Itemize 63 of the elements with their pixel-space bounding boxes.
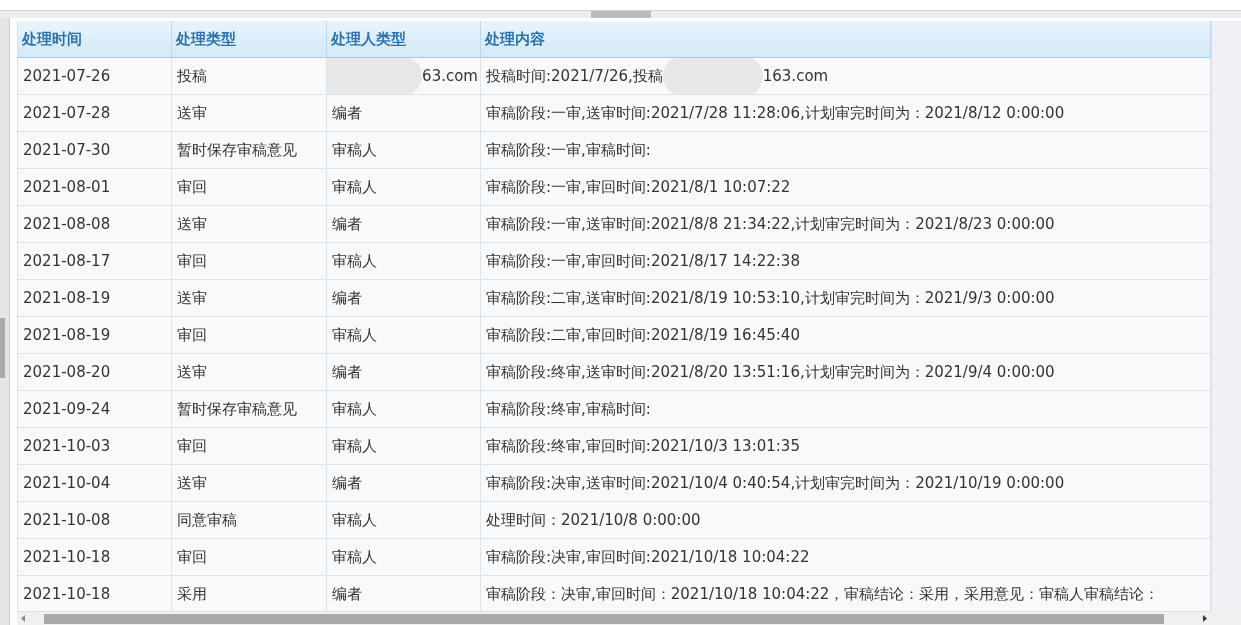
table-cell: 审稿阶段:二审,送审时间:2021/8/19 10:53:10,计划审完时间为：2021/9/3 0:00:00 <box>481 280 1211 317</box>
table-cell: 审稿阶段:二审,审回时间:2021/8/19 16:45:40 <box>481 317 1211 354</box>
table-cell: 编者 <box>327 354 481 391</box>
table-cell: 送审 <box>172 280 327 317</box>
table-cell: 审稿人 <box>327 243 481 280</box>
scrollbar-thumb[interactable] <box>0 318 5 378</box>
table-cell: 送审 <box>172 95 327 132</box>
table-cell: 审稿人 <box>327 132 481 169</box>
table-cell: 暂时保存审稿意见 <box>172 391 327 428</box>
table-cell: 审稿人 <box>327 539 481 576</box>
table-cell: 审回 <box>172 428 327 465</box>
table-cell: 审稿人 <box>327 317 481 354</box>
table-cell: 审回 <box>172 243 327 280</box>
table-cell: 2021-08-01 <box>18 169 172 206</box>
table-cell: 编者 <box>327 280 481 317</box>
table-cell: 处理时间：2021/10/8 0:00:00 <box>481 502 1211 539</box>
table-cell: 审稿人 <box>327 428 481 465</box>
table-cell: 审稿阶段:一审,审回时间:2021/8/17 14:22:38 <box>481 243 1211 280</box>
table-cell: 审回 <box>172 317 327 354</box>
table-cell: 审稿阶段:一审,送审时间:2021/8/8 21:34:22,计划审完时间为：2021/8/23 0:00:00 <box>481 206 1211 243</box>
table-cell: 编者 <box>327 206 481 243</box>
table-cell: 2021-08-17 <box>18 243 172 280</box>
table-cell: 审稿人 <box>327 391 481 428</box>
column-header: 处理人类型 <box>327 21 481 58</box>
column-header: 处理时间 <box>18 21 172 58</box>
table-cell: 暂时保存审稿意见 <box>172 132 327 169</box>
table-cell: 2021-10-04 <box>18 465 172 502</box>
cell-text: 63.com <box>422 67 478 85</box>
table-cell: 审稿阶段:一审,送审时间:2021/7/28 11:28:06,计划审完时间为：2021/8/12 0:00:00 <box>481 95 1211 132</box>
table-cell: 2021-07-30 <box>18 132 172 169</box>
table-cell: 送审 <box>172 206 327 243</box>
table-cell: 审稿阶段:终审,审回时间:2021/10/3 13:01:35 <box>481 428 1211 465</box>
table-cell: 审稿阶段:一审,审稿时间: <box>481 132 1211 169</box>
table-cell: 审回 <box>172 539 327 576</box>
column-header: 处理类型 <box>172 21 327 58</box>
table-cell: 2021-08-19 <box>18 317 172 354</box>
cell-text: 投稿时间:2021/7/26,投稿 <box>486 66 663 86</box>
table-cell: 2021-07-26 <box>18 58 172 95</box>
table-cell: 2021-07-28 <box>18 95 172 132</box>
cell-text: 163.com <box>762 67 829 85</box>
table-cell: 送审 <box>172 465 327 502</box>
table-cell: 2021-08-20 <box>18 354 172 391</box>
table-cell: 2021-09-24 <box>18 391 172 428</box>
column-header: 处理内容 <box>481 21 1211 58</box>
table-cell: 2021-08-08 <box>18 206 172 243</box>
table-cell: 审稿人 <box>327 502 481 539</box>
table-cell: 同意审稿 <box>172 502 327 539</box>
table-cell: 审稿阶段:决审,审回时间:2021/10/18 10:04:22 <box>481 539 1211 576</box>
table-cell: 审稿阶段:一审,审回时间:2021/8/1 10:07:22 <box>481 169 1211 206</box>
table-cell: 审稿人 <box>327 169 481 206</box>
table-cell: 编者 <box>327 95 481 132</box>
table-cell: 2021-08-19 <box>18 280 172 317</box>
table-cell: 审稿阶段:终审,审稿时间: <box>481 391 1211 428</box>
splitter-handle[interactable] <box>590 11 651 18</box>
table-cell: 送审 <box>172 354 327 391</box>
table-cell: 2021-10-08 <box>18 502 172 539</box>
table-cell: 2021-10-03 <box>18 428 172 465</box>
table-cell: 审回 <box>172 169 327 206</box>
scrollbar-thumb[interactable] <box>44 613 1164 624</box>
table-cell: 审稿阶段:终审,送审时间:2021/8/20 13:51:16,计划审完时间为：2021/9/4 0:00:00 <box>481 354 1211 391</box>
table-cell: 审稿阶段:决审,送审时间:2021/10/4 0:40:54,计划审完时间为：2021/10/19 0:00:00 <box>481 465 1211 502</box>
table-cell: 2021-10-18 <box>18 539 172 576</box>
table-cell: 编者 <box>327 465 481 502</box>
